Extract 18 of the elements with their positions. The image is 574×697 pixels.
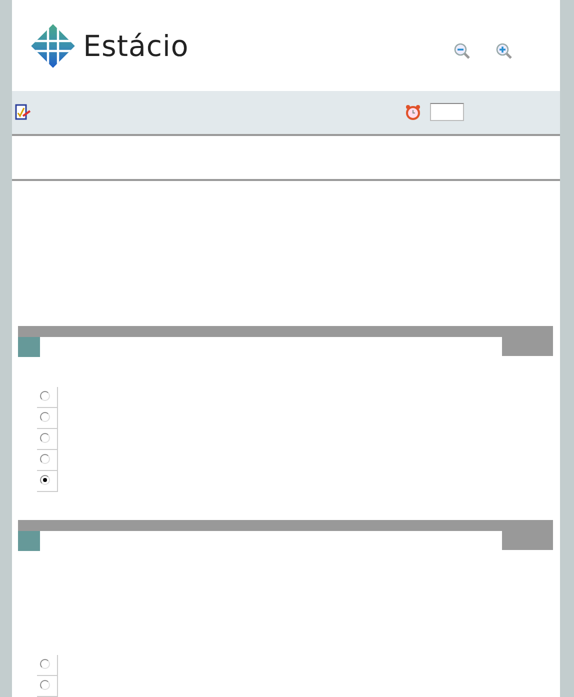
notepad-pencil-icon[interactable] bbox=[15, 104, 31, 121]
question-number-box bbox=[18, 337, 40, 357]
radio-button[interactable] bbox=[40, 659, 50, 669]
logo-text: Estácio bbox=[83, 29, 189, 64]
timer-field[interactable] bbox=[430, 103, 464, 122]
radio-button[interactable] bbox=[40, 412, 50, 422]
radio-button[interactable] bbox=[40, 475, 50, 485]
logo-icon bbox=[30, 23, 76, 70]
score-box bbox=[502, 337, 553, 356]
question-number-box bbox=[18, 531, 40, 551]
radio-button[interactable] bbox=[40, 454, 50, 464]
alarm-clock-icon bbox=[405, 104, 421, 120]
radio-button[interactable] bbox=[40, 433, 50, 443]
score-box bbox=[502, 531, 553, 550]
zoom-out-icon[interactable] bbox=[454, 42, 470, 59]
zoom-in-icon[interactable] bbox=[496, 42, 512, 59]
radio-button[interactable] bbox=[40, 391, 50, 401]
radio-button[interactable] bbox=[40, 680, 50, 690]
